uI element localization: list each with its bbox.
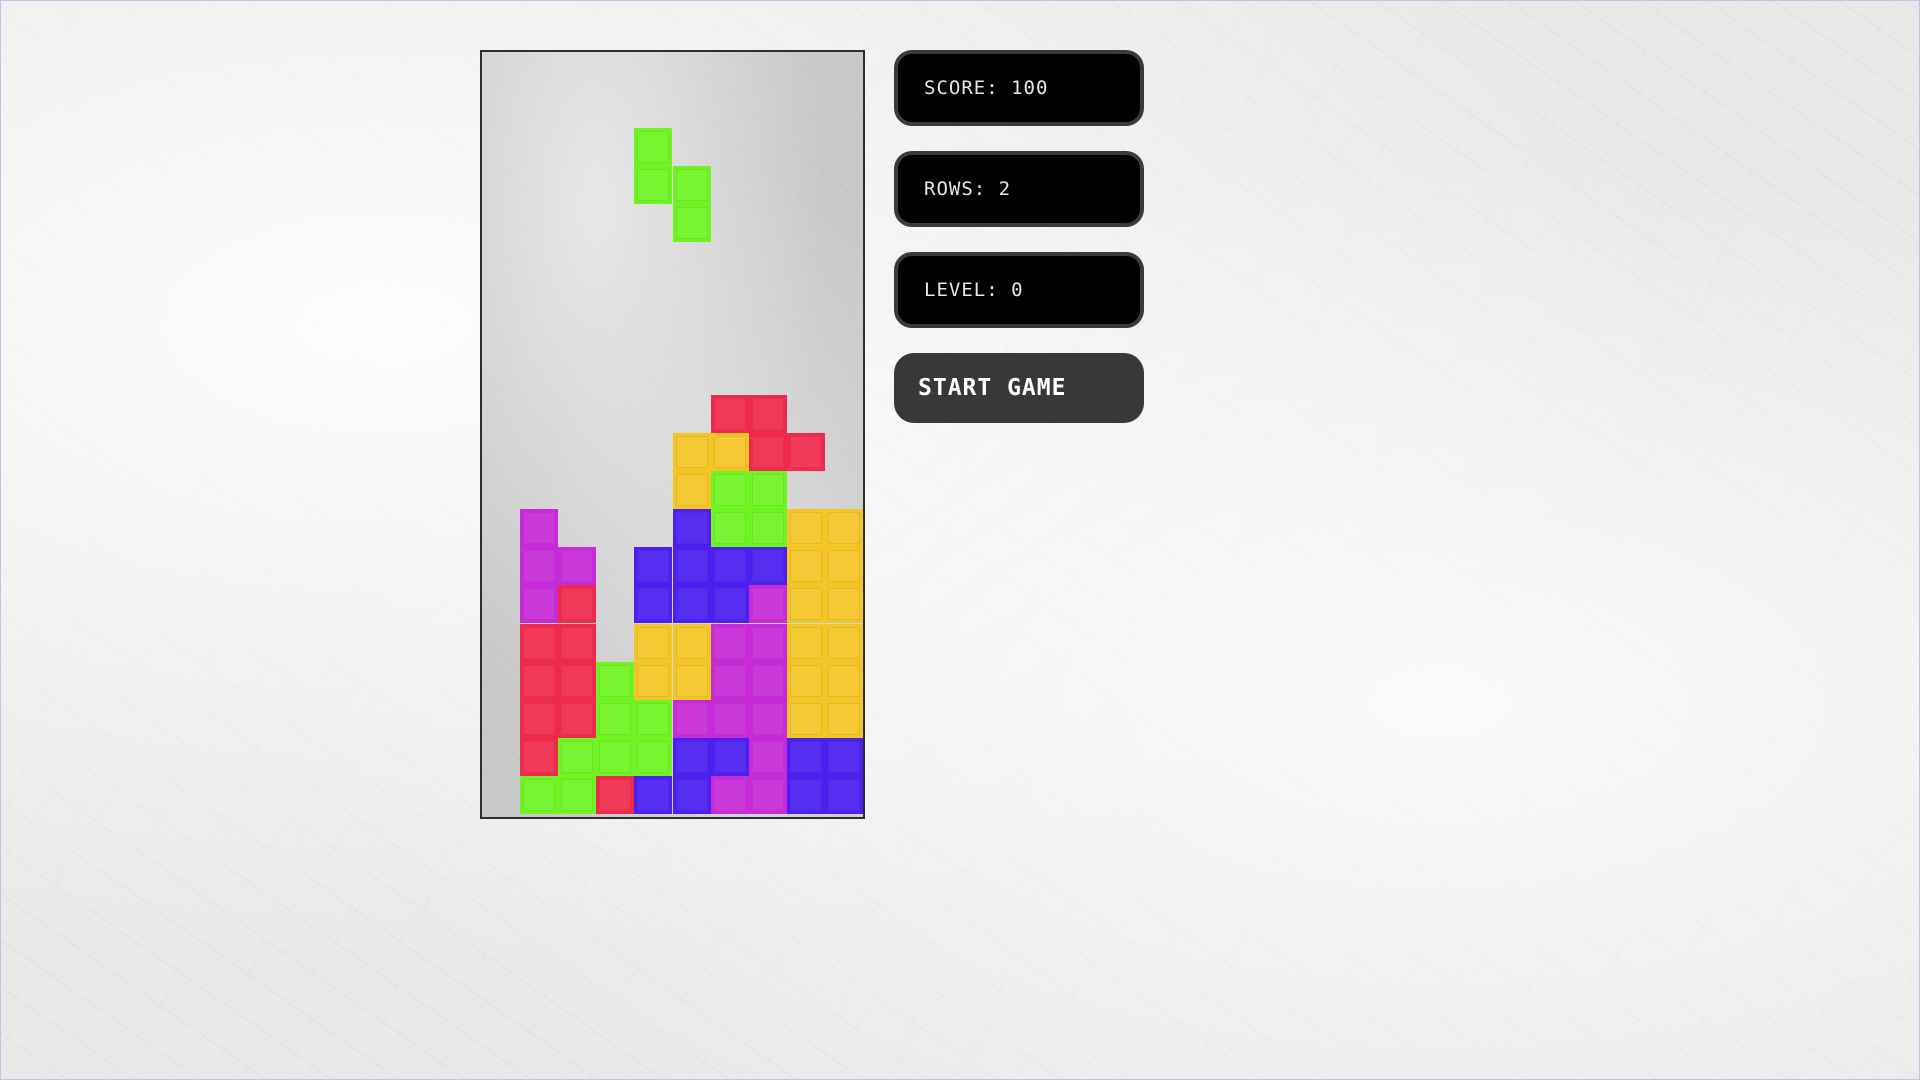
stacked-block [786, 433, 825, 472]
score-value: 100 [1011, 77, 1049, 99]
stacked-block [558, 585, 597, 624]
stacked-block [710, 661, 749, 700]
stacked-block [786, 547, 825, 586]
stacked-block [710, 471, 749, 510]
stacked-block [520, 661, 559, 700]
stacked-block [634, 737, 673, 776]
stacked-block [824, 623, 863, 662]
stacked-block [748, 471, 787, 510]
stacked-block [558, 737, 597, 776]
stacked-block [748, 699, 787, 738]
stacked-block [558, 699, 597, 738]
stacked-block [748, 585, 787, 624]
falling-piece-block [672, 166, 711, 205]
stacked-block [596, 699, 635, 738]
stacked-block [710, 509, 749, 548]
stacked-block [710, 699, 749, 738]
stacked-block [520, 547, 559, 586]
stacked-block [596, 775, 635, 814]
stacked-block [672, 661, 711, 700]
stacked-block [634, 775, 673, 814]
stacked-block [824, 509, 863, 548]
level-label: LEVEL: [924, 279, 999, 301]
level-display: LEVEL: 0 [894, 252, 1144, 328]
stacked-block [710, 547, 749, 586]
stacked-block [786, 585, 825, 624]
stacked-block [748, 775, 787, 814]
stacked-block [710, 585, 749, 624]
score-display: SCORE: 100 [894, 50, 1144, 126]
stacked-block [786, 737, 825, 776]
stacked-block [748, 547, 787, 586]
stacked-block [672, 699, 711, 738]
stacked-block [520, 775, 559, 814]
stacked-block [748, 433, 787, 472]
stacked-block [558, 661, 597, 700]
falling-piece-block [672, 204, 711, 243]
stacked-block [672, 509, 711, 548]
stacked-block [558, 623, 597, 662]
stacked-block [634, 623, 673, 662]
stacked-block [634, 699, 673, 738]
level-value: 0 [1011, 279, 1024, 301]
rows-label: ROWS: [924, 178, 987, 200]
stacked-block [824, 699, 863, 738]
stacked-block [710, 433, 749, 472]
stacked-block [672, 433, 711, 472]
stacked-block [558, 547, 597, 586]
stacked-block [710, 394, 749, 433]
stacked-block [824, 547, 863, 586]
stacked-block [710, 623, 749, 662]
stacked-block [520, 699, 559, 738]
falling-piece-block [634, 166, 673, 205]
stacked-block [634, 661, 673, 700]
rows-value: 2 [998, 178, 1012, 200]
stacked-block [710, 775, 749, 814]
stacked-block [558, 775, 597, 814]
stacked-block [596, 661, 635, 700]
rows-display: ROWS: 2 [894, 151, 1144, 227]
stacked-block [748, 661, 787, 700]
start-game-button[interactable]: START GAME [894, 353, 1144, 423]
game-board[interactable] [480, 50, 865, 819]
stacked-block [520, 623, 559, 662]
stacked-block [520, 737, 559, 776]
stacked-block [748, 737, 787, 776]
falling-piece-block [634, 128, 673, 167]
stacked-block [596, 737, 635, 776]
stacked-block [672, 471, 711, 510]
stacked-block [786, 623, 825, 662]
stacked-block [710, 737, 749, 776]
stacked-block [824, 661, 863, 700]
stacked-block [634, 585, 673, 624]
score-label: SCORE: [924, 77, 999, 99]
stacked-block [672, 547, 711, 586]
stacked-block [672, 623, 711, 662]
stacked-block [672, 585, 711, 624]
stacked-block [748, 623, 787, 662]
stacked-block [786, 775, 825, 814]
stacked-block [672, 737, 711, 776]
stacked-block [786, 509, 825, 548]
stacked-block [748, 509, 787, 548]
stacked-block [824, 585, 863, 624]
stacked-block [672, 775, 711, 814]
stacked-block [786, 699, 825, 738]
stacked-block [824, 775, 863, 814]
stacked-block [786, 661, 825, 700]
stacked-block [520, 509, 559, 548]
stacked-block [824, 737, 863, 776]
stacked-block [520, 585, 559, 624]
stacked-block [748, 394, 787, 433]
stacked-block [634, 547, 673, 586]
